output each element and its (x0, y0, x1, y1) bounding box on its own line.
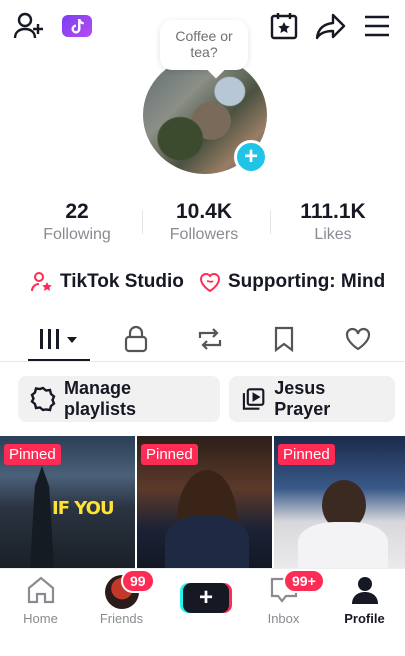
grid-filter-icon (40, 329, 77, 349)
tab-liked[interactable] (332, 318, 384, 360)
nav-profile-label: Profile (344, 611, 385, 626)
video-thumbnail[interactable]: Pinned (274, 436, 405, 568)
following-count: 22 (65, 200, 89, 223)
stat-divider (270, 210, 271, 234)
nav-inbox[interactable]: 99+ Inbox (243, 569, 325, 656)
bottom-navigation: Home 99 Friends + 99+ Inbox Profile (0, 568, 405, 656)
nav-home[interactable]: Home (0, 569, 81, 656)
profile-links: TikTok Studio Supporting: Mind (0, 270, 405, 300)
nav-friends[interactable]: 99 Friends (81, 569, 162, 656)
playlist-chips: Manage playlists Jesus Prayer (0, 376, 405, 422)
nav-inbox-label: Inbox (267, 611, 300, 626)
heart-icon (345, 327, 371, 351)
add-user-icon[interactable] (12, 10, 46, 42)
suit-shape (165, 516, 249, 568)
shirt-shape (298, 522, 388, 568)
supporting-label: Supporting: Mind (228, 271, 386, 292)
add-story-button[interactable]: + (234, 140, 268, 174)
followers-label: Followers (169, 226, 239, 243)
pinned-badge: Pinned (141, 444, 198, 465)
gear-icon (30, 386, 56, 412)
menu-icon[interactable] (360, 10, 394, 42)
likes-stat[interactable]: 111.1K Likes (278, 200, 388, 244)
likes-label: Likes (314, 226, 352, 243)
manage-playlists-button[interactable]: Manage playlists (18, 376, 220, 422)
nav-profile[interactable]: Profile (324, 569, 405, 656)
repost-icon (198, 328, 222, 350)
profile-icon (351, 577, 378, 604)
home-icon (27, 576, 54, 604)
calendar-star-icon[interactable] (268, 10, 300, 42)
cathedral-shape (30, 466, 54, 568)
nav-create[interactable]: + (162, 569, 243, 656)
studio-person-star-icon (31, 272, 52, 292)
share-icon[interactable] (314, 10, 348, 42)
create-plus-button[interactable]: + (183, 583, 229, 613)
video-grid: Pinned IF YOU Pinned Pinned (0, 436, 405, 568)
video-caption-overlay: IF YOU (52, 498, 115, 519)
pinned-badge: Pinned (278, 444, 335, 465)
nav-home-label: Home (23, 611, 58, 626)
inbox-count-badge: 99+ (283, 569, 325, 593)
note-bubble[interactable]: Coffee or tea? (160, 20, 248, 70)
supporting-link[interactable]: Supporting: Mind (198, 270, 385, 294)
video-thumbnail[interactable]: Pinned (137, 436, 272, 568)
heart-ribbon-icon (199, 273, 221, 293)
stat-divider (142, 210, 143, 234)
nav-friends-label: Friends (99, 611, 144, 626)
likes-count: 111.1K (300, 200, 366, 223)
tab-reposts[interactable] (184, 318, 236, 360)
pinned-badge: Pinned (4, 444, 61, 465)
tiktok-studio-link[interactable]: TikTok Studio (30, 270, 184, 294)
tiktok-studio-label: TikTok Studio (60, 271, 184, 292)
tab-private[interactable] (110, 318, 162, 360)
friends-count-badge: 99 (121, 569, 155, 593)
playlist-icon (242, 388, 265, 410)
video-thumbnail[interactable]: Pinned IF YOU (0, 436, 135, 568)
tiktok-note-icon[interactable] (62, 15, 92, 37)
following-stat[interactable]: 22 Following (22, 200, 132, 244)
tab-videos[interactable] (28, 318, 90, 361)
manage-playlists-label: Manage playlists (63, 378, 137, 419)
followers-stat[interactable]: 10.4K Followers (149, 200, 259, 244)
bookmark-icon (274, 326, 294, 352)
profile-avatar[interactable]: + (143, 56, 268, 174)
content-tabs (0, 318, 405, 362)
followers-count: 10.4K (175, 200, 233, 223)
playlist-jesus-prayer[interactable]: Jesus Prayer (229, 376, 395, 422)
following-label: Following (43, 226, 111, 243)
lock-icon (124, 325, 148, 353)
playlist-name: Jesus Prayer (274, 378, 331, 419)
tab-favorites[interactable] (258, 318, 310, 360)
